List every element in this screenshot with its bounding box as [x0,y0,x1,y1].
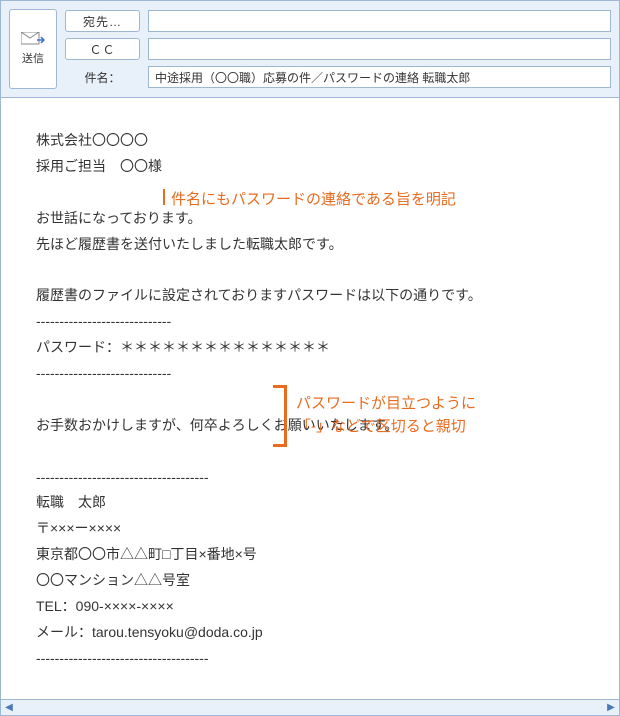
body-line: お手数おかけしますが、何卒よろしくお願いいたします。 [36,413,584,439]
body-line [36,180,584,206]
body-line [36,257,584,283]
body-line: 株式会社〇〇〇〇 [36,128,584,154]
envelope-send-icon [21,32,45,48]
body-line: お世話になっております。 [36,206,584,232]
annotation-1-pointer [163,189,165,205]
body-line: ------------------------------------- [36,465,584,491]
body-line: TEL：090-××××-×××× [36,594,584,620]
cc-input[interactable] [148,38,611,60]
body-wrapper: 株式会社〇〇〇〇採用ご担当 〇〇様 お世話になっております。先ほど履歴書を送付い… [1,98,619,715]
to-input[interactable] [148,10,611,32]
body-line: パスワード：＊＊＊＊＊＊＊＊＊＊＊＊＊＊＊ [36,335,584,361]
body-line: ----------------------------- [36,361,584,387]
body-line: ------------------------------------- [36,646,584,672]
subject-input[interactable] [148,66,611,88]
body-line: 〒×××ー×××× [36,516,584,542]
send-button-label: 送信 [22,50,44,66]
cc-row: ＣＣ [65,37,611,61]
subject-label: 件名： [65,69,140,86]
mail-compose-window: 送信 宛先… ＣＣ 件名： 株式会社〇〇〇〇採用ご担当 〇〇様 お世話になってお… [0,0,620,716]
mail-body[interactable]: 株式会社〇〇〇〇採用ご担当 〇〇様 お世話になっております。先ほど履歴書を送付い… [1,98,619,699]
body-line: 転職 太郎 [36,490,584,516]
body-line [36,387,584,413]
annotation-2-bracket [273,385,287,447]
body-line: 東京都〇〇市△△町□丁目×番地×号 [36,542,584,568]
body-line: メール：tarou.tensyoku@doda.co.jp [36,620,584,646]
triangle-left-icon: ◀ [5,702,13,713]
body-line [36,439,584,465]
body-line: 〇〇マンション△△号室 [36,568,584,594]
send-button[interactable]: 送信 [9,9,57,89]
triangle-right-icon: ▶ [607,702,615,713]
to-row: 宛先… [65,9,611,33]
body-line: 履歴書のファイルに設定されておりますパスワードは以下の通りです。 [36,283,584,309]
body-line: ----------------------------- [36,309,584,335]
header-fields: 宛先… ＣＣ 件名： [65,9,611,89]
horizontal-scrollbar[interactable]: ◀ ▶ [1,699,619,715]
mail-header: 送信 宛先… ＣＣ 件名： [1,1,619,98]
to-button[interactable]: 宛先… [65,10,140,32]
body-line: 先ほど履歴書を送付いたしました転職太郎です。 [36,232,584,258]
subject-row: 件名： [65,65,611,89]
scroll-right-button[interactable]: ▶ [603,700,619,716]
body-line: 採用ご担当 〇〇様 [36,154,584,180]
scroll-left-button[interactable]: ◀ [1,700,17,716]
cc-button[interactable]: ＣＣ [65,38,140,60]
